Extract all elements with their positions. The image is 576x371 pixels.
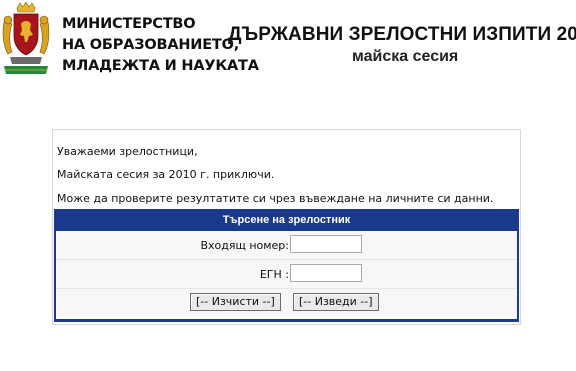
buttons-row: [-- Изчисти --] [-- Изведи --] xyxy=(56,289,517,317)
session-subtitle: майска сесия xyxy=(352,48,459,65)
submit-button[interactable]: [-- Изведи --] xyxy=(293,293,379,311)
egn-row: ЕГН : xyxy=(56,260,517,289)
incoming-number-label: Входящ номер: xyxy=(200,239,289,252)
instructions-text: Може да проверите резултатите си чрез въ… xyxy=(57,192,494,205)
page-header: МИНИСТЕРСТВО НА ОБРАЗОВАНИЕТО, МЛАДЕЖТА … xyxy=(0,0,576,88)
results-panel: Уважаеми зрелостници, Майската сесия за … xyxy=(52,129,521,325)
session-closed-text: Майската сесия за 2010 г. приключи. xyxy=(57,168,275,181)
egn-input[interactable] xyxy=(290,264,362,282)
form-title: Търсене на зрелостник xyxy=(222,214,351,226)
coat-of-arms-logo xyxy=(2,2,50,74)
exam-title: ДЪРЖАВНИ ЗРЕЛОСТНИ ИЗПИТИ 20 xyxy=(228,24,576,45)
ministry-line-3: МЛАДЕЖТА И НАУКАТА xyxy=(62,58,259,74)
form-body: Входящ номер: ЕГН : [-- Изчисти --] [-- … xyxy=(56,231,517,319)
incoming-number-input[interactable] xyxy=(290,235,362,253)
egn-label: ЕГН : xyxy=(259,268,289,281)
search-form: Търсене на зрелостник Входящ номер: ЕГН … xyxy=(54,209,519,322)
incoming-number-row: Входящ номер: xyxy=(56,231,517,260)
clear-button[interactable]: [-- Изчисти --] xyxy=(190,293,281,311)
greeting-text: Уважаеми зрелостници, xyxy=(57,145,198,158)
